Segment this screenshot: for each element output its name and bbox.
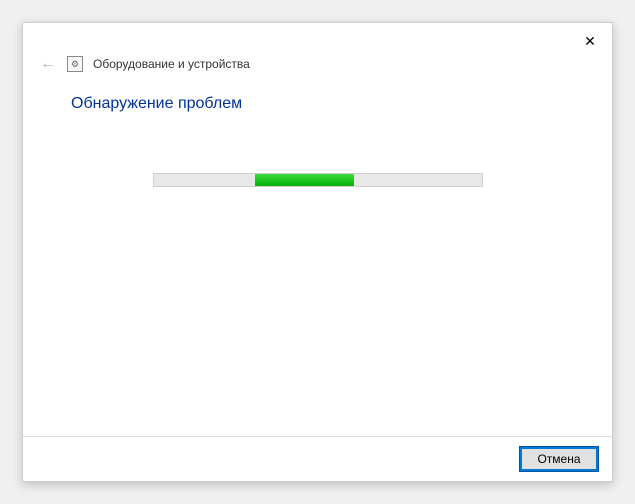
header-row: ← ⚙ Оборудование и устройства <box>23 55 612 85</box>
arrow-left-icon: ← <box>40 55 56 73</box>
titlebar: ✕ <box>23 23 612 55</box>
progress-bar <box>153 173 483 187</box>
cancel-button[interactable]: Отмена <box>520 447 598 471</box>
troubleshooter-window: ✕ ← ⚙ Оборудование и устройства Обнаруже… <box>22 22 613 482</box>
window-title: Оборудование и устройства <box>93 57 250 71</box>
close-button[interactable]: ✕ <box>578 29 602 53</box>
close-icon: ✕ <box>584 33 596 50</box>
content-area: Обнаружение проблем <box>23 85 612 436</box>
progress-container <box>71 173 564 187</box>
troubleshoot-icon: ⚙ <box>67 56 83 72</box>
back-button: ← <box>39 55 57 73</box>
progress-indicator <box>255 174 353 186</box>
footer: Отмена <box>23 436 612 481</box>
status-heading: Обнаружение проблем <box>71 95 564 113</box>
